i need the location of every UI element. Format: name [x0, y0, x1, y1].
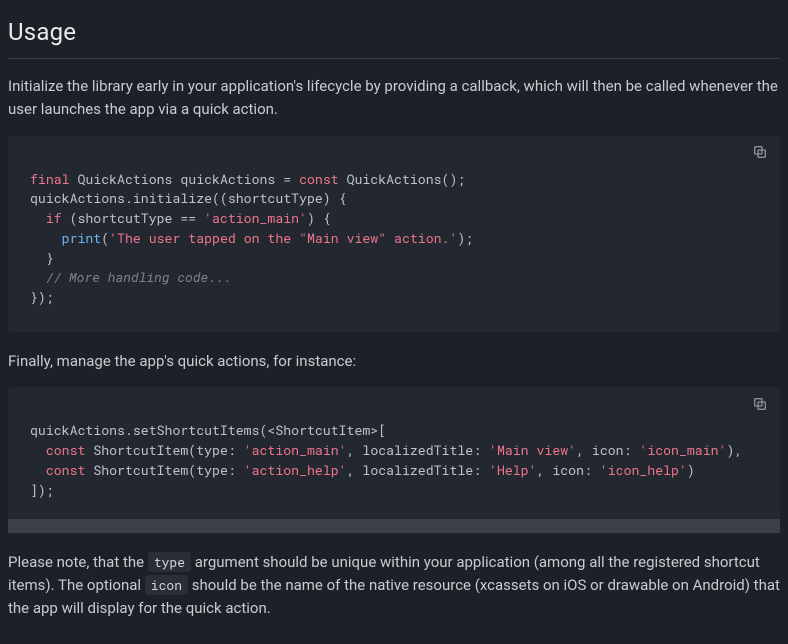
code-block-1: final QuickActions quickActions = const …	[8, 136, 780, 333]
code-block-2: quickActions.setShortcutItems(<ShortcutI…	[8, 387, 780, 532]
note-text: Please note, that the	[8, 553, 148, 571]
copy-icon[interactable]	[750, 395, 770, 415]
page-title: Usage	[8, 14, 780, 50]
intro-paragraph: Initialize the library early in your app…	[8, 75, 780, 122]
copy-icon[interactable]	[750, 144, 770, 164]
middle-paragraph: Finally, manage the app's quick actions,…	[8, 350, 780, 373]
code-content-1: final QuickActions quickActions = const …	[8, 136, 780, 333]
divider	[8, 58, 780, 59]
note-paragraph: Please note, that the type argument shou…	[8, 551, 780, 621]
code-content-2: quickActions.setShortcutItems(<ShortcutI…	[8, 387, 780, 524]
inline-code-type: type	[148, 552, 191, 572]
inline-code-icon: icon	[145, 575, 188, 595]
scrollbar[interactable]	[8, 519, 780, 533]
